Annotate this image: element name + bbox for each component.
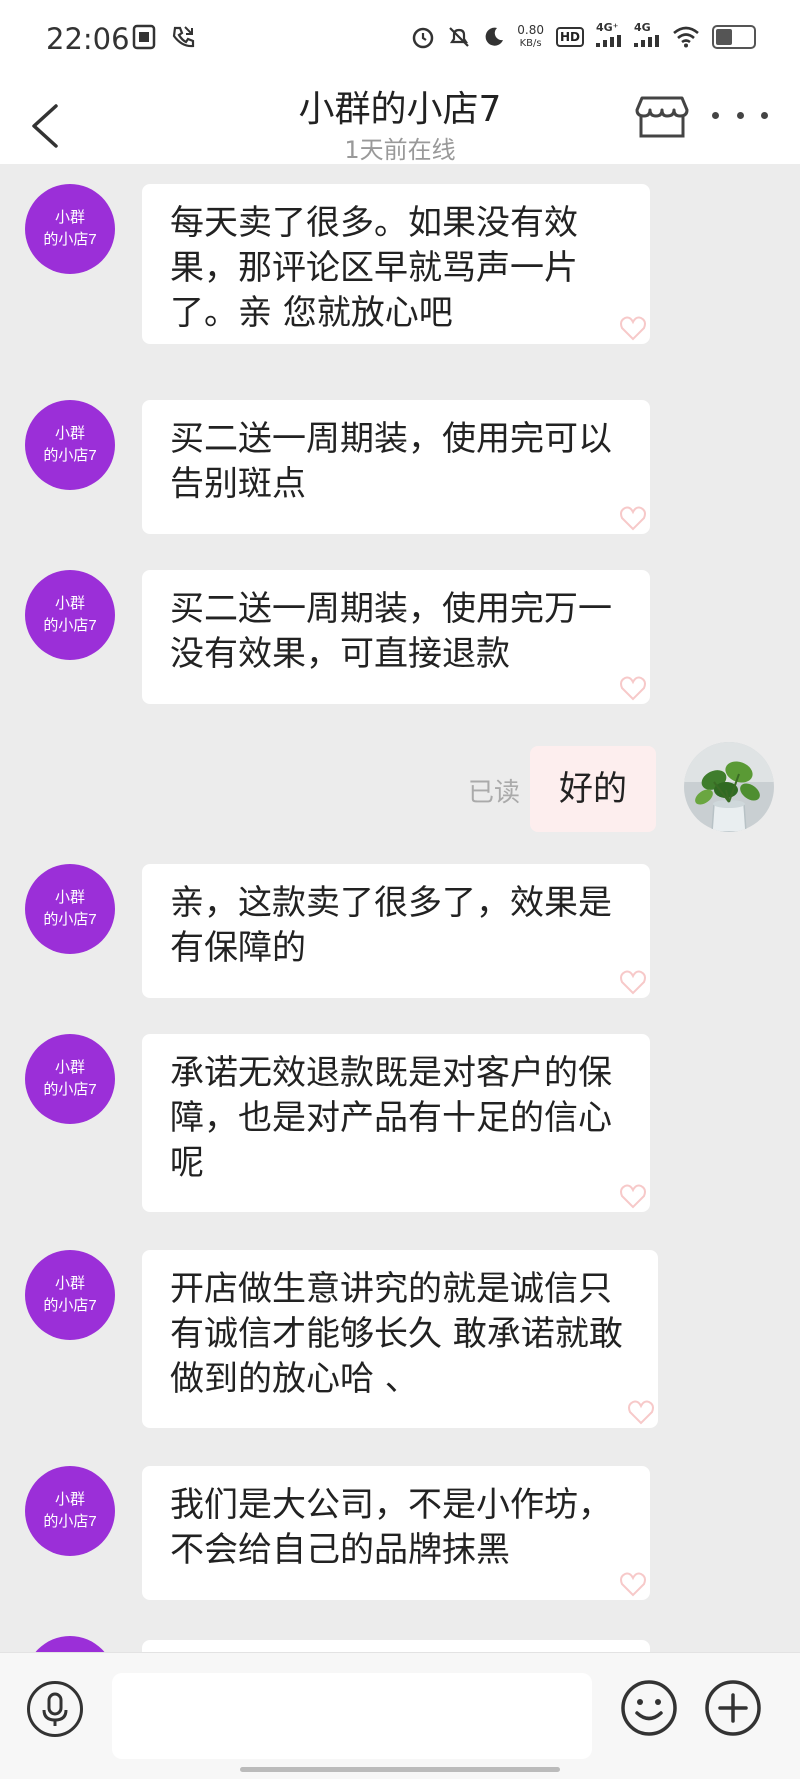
emoji-button[interactable] xyxy=(620,1679,678,1737)
message-row: 小群 的小店7 买二送一周期装，使用完万一没有效果，可直接退款 xyxy=(0,570,800,704)
watermark-icon xyxy=(620,506,646,531)
message-row-partial xyxy=(0,1636,800,1652)
watermark-icon xyxy=(620,676,646,701)
message-bubble[interactable]: 承诺无效退款既是对客户的保障，也是对产品有十足的信心呢 xyxy=(142,1034,650,1212)
more-dot-icon xyxy=(761,111,768,119)
message-bubble-self[interactable]: 好的 xyxy=(530,746,656,832)
message-bubble[interactable]: 开店做生意讲究的就是诚信只有诚信才能够长久 敢承诺就敢做到的放心哈 、 xyxy=(142,1250,658,1428)
signal-1: 4G⁺ xyxy=(596,22,622,51)
network-speed: 0.80 KB/s xyxy=(517,22,544,49)
plus-icon xyxy=(705,1680,761,1736)
mute-icon xyxy=(449,26,470,47)
store-icon xyxy=(635,96,689,138)
wifi-icon xyxy=(673,26,699,47)
call-forward-icon xyxy=(172,26,195,48)
read-receipt: 已读 xyxy=(468,778,521,808)
store-button[interactable] xyxy=(632,84,692,144)
more-dot-icon xyxy=(736,111,744,119)
more-dot-icon xyxy=(712,111,719,119)
message-row: 小群 的小店7 承诺无效退款既是对客户的保障，也是对产品有十足的信心呢 xyxy=(0,1034,800,1212)
plant-avatar-image xyxy=(684,742,774,832)
status-time: 22:06 xyxy=(46,22,130,56)
emoji-icon xyxy=(621,1680,677,1736)
message-row-self: 已读 好的 xyxy=(0,742,800,834)
moon-icon xyxy=(485,27,504,46)
voice-button[interactable] xyxy=(27,1681,83,1737)
message-bubble[interactable]: 我们是大公司，不是小作坊，不会给自己的品牌抹黑 xyxy=(142,1466,650,1600)
message-row: 小群 的小店7 亲，这款卖了很多了，效果是有保障的 xyxy=(0,864,800,998)
message-bubble[interactable]: 亲，这款卖了很多了，效果是有保障的 xyxy=(142,864,650,998)
avatar[interactable] xyxy=(25,1636,115,1652)
home-indicator[interactable] xyxy=(240,1767,560,1772)
message-text: 亲，这款卖了很多了，效果是有保障的 xyxy=(170,883,612,968)
watermark-icon xyxy=(628,1400,654,1425)
message-text: 每天卖了很多。如果没有效果，那评论区早就骂声一片了。亲 您就放心吧 xyxy=(170,203,578,333)
chat-header: 小群的小店7 1天前在线 xyxy=(0,78,800,164)
message-bubble[interactable]: 买二送一周期装，使用完可以告别斑点 xyxy=(142,400,650,534)
message-list[interactable]: 小群 的小店7 每天卖了很多。如果没有效果，那评论区早就骂声一片了。亲 您就放心吧… xyxy=(0,164,800,1652)
avatar[interactable]: 小群 的小店7 xyxy=(25,570,115,660)
watermark-icon xyxy=(620,1572,646,1597)
message-bubble[interactable] xyxy=(142,1640,650,1652)
message-text: 开店做生意讲究的就是诚信只有诚信才能够长久 敢承诺就敢做到的放心哈 、 xyxy=(170,1269,623,1399)
message-row: 小群 的小店7 每天卖了很多。如果没有效果，那评论区早就骂声一片了。亲 您就放心吧 xyxy=(0,184,800,344)
message-text: 好的 xyxy=(559,769,627,809)
avatar[interactable]: 小群 的小店7 xyxy=(25,400,115,490)
avatar[interactable]: 小群 的小店7 xyxy=(25,184,115,274)
signal-bars-icon xyxy=(596,35,621,47)
alarm-icon xyxy=(413,27,434,48)
message-text: 承诺无效退款既是对客户的保障，也是对产品有十足的信心呢 xyxy=(170,1053,612,1183)
message-text: 我们是大公司，不是小作坊，不会给自己的品牌抹黑 xyxy=(170,1485,612,1570)
message-text: 买二送一周期装，使用完可以告别斑点 xyxy=(170,419,612,504)
plus-button[interactable] xyxy=(704,1679,762,1737)
message-row: 小群 的小店7 我们是大公司，不是小作坊，不会给自己的品牌抹黑 xyxy=(0,1466,800,1600)
avatar[interactable]: 小群 的小店7 xyxy=(25,1034,115,1124)
avatar[interactable]: 小群 的小店7 xyxy=(25,864,115,954)
message-bubble[interactable]: 每天卖了很多。如果没有效果，那评论区早就骂声一片了。亲 您就放心吧 xyxy=(142,184,650,344)
watermark-icon xyxy=(620,316,646,341)
hd-badge: HD xyxy=(555,26,584,47)
input-bar xyxy=(0,1652,800,1779)
signal-2: 4G xyxy=(634,22,660,51)
message-bubble[interactable]: 买二送一周期装，使用完万一没有效果，可直接退款 xyxy=(142,570,650,704)
avatar[interactable]: 小群 的小店7 xyxy=(25,1466,115,1556)
message-row: 小群 的小店7 开店做生意讲究的就是诚信只有诚信才能够长久 敢承诺就敢做到的放心哈… xyxy=(0,1250,800,1428)
message-text: 买二送一周期装，使用完万一没有效果，可直接退款 xyxy=(170,589,612,674)
avatar[interactable]: 小群 的小店7 xyxy=(25,1250,115,1340)
more-button[interactable] xyxy=(712,100,768,130)
watermark-icon xyxy=(620,1184,646,1209)
signal-bars-icon xyxy=(634,35,659,47)
message-row: 小群 的小店7 买二送一周期装，使用完可以告别斑点 xyxy=(0,400,800,534)
sim-card-icon xyxy=(132,24,156,50)
microphone-icon xyxy=(42,1692,68,1726)
message-input[interactable] xyxy=(112,1673,592,1759)
my-avatar[interactable] xyxy=(684,742,774,832)
battery-icon xyxy=(712,24,756,49)
status-bar: 22:06 0.80 KB/s HD 4G⁺ 4G xyxy=(0,0,800,78)
watermark-icon xyxy=(620,970,646,995)
